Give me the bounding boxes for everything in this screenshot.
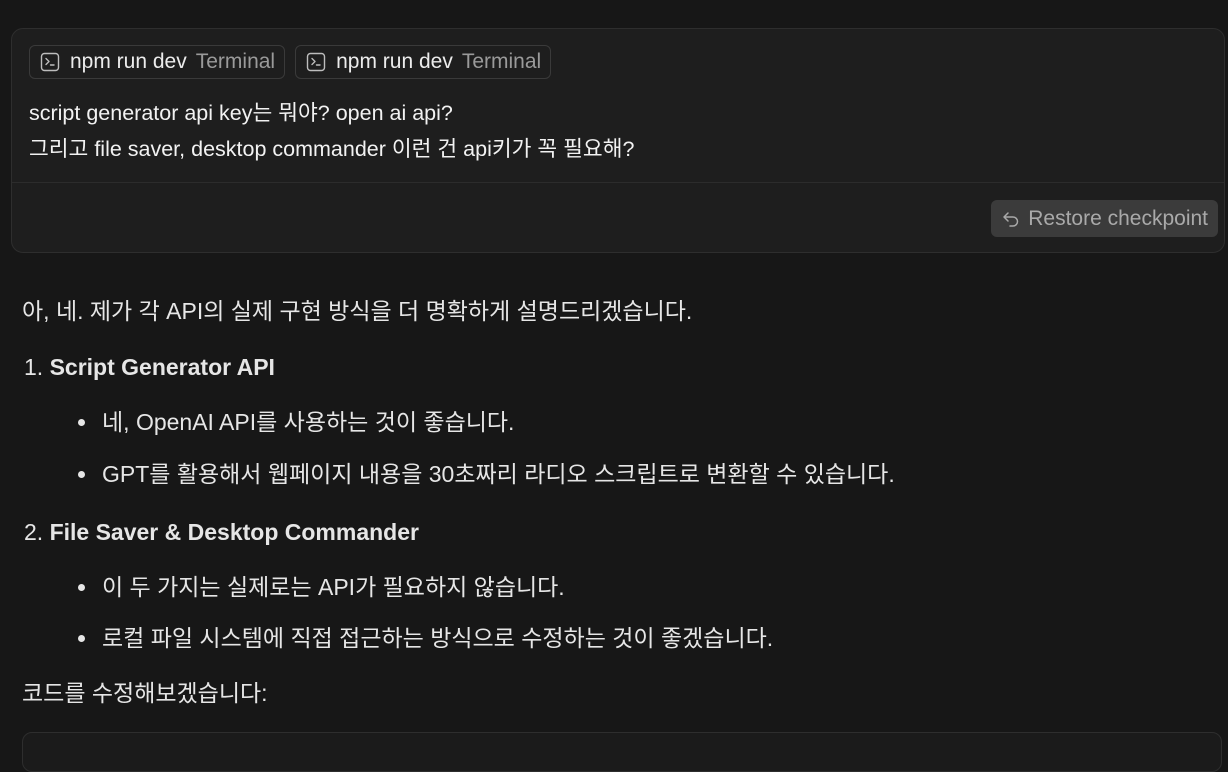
context-chip-terminal[interactable]: npm run dev Terminal	[29, 45, 286, 79]
context-chip-terminal[interactable]: npm run dev Terminal	[295, 45, 552, 79]
terminal-icon	[306, 52, 326, 72]
list-item-text: 이 두 가지는 실제로는 API가 필요하지 않습니다.	[102, 574, 565, 600]
bullet-dot	[78, 634, 85, 642]
bullet-dot	[78, 418, 85, 426]
list-item-text: 네, OpenAI API를 사용하는 것이 좋습니다.	[102, 409, 515, 435]
section-number: 1.	[24, 354, 44, 380]
user-message-text: script generator api key는 뭐야? open ai ap…	[29, 95, 634, 167]
chip-kind: Terminal	[195, 50, 276, 73]
undo-icon	[1001, 209, 1021, 229]
list-item-text: GPT를 활용해서 웹페이지 내용을 30초짜리 라디오 스크립트로 변환할 수…	[102, 461, 895, 487]
chip-kind: Terminal	[461, 50, 542, 73]
chip-command: npm run dev	[70, 50, 187, 73]
section-heading: 2. File Saver & Desktop Commander	[24, 517, 419, 547]
response-intro: 아, 네. 제가 각 API의 실제 구현 방식을 더 명확하게 설명드리겠습니…	[22, 298, 693, 324]
code-block	[22, 732, 1222, 772]
bullet-dot	[78, 583, 85, 591]
list-item: 네, OpenAI API를 사용하는 것이 좋습니다.	[78, 407, 514, 437]
user-message-card: npm run dev Terminal npm run dev Termina…	[11, 28, 1225, 253]
list-item: 로컬 파일 시스템에 직접 접근하는 방식으로 수정하는 것이 좋겠습니다.	[78, 623, 773, 653]
section-number: 2.	[24, 519, 44, 545]
chip-command: npm run dev	[336, 50, 453, 73]
divider	[12, 182, 1224, 183]
restore-checkpoint-button[interactable]: Restore checkpoint	[991, 200, 1218, 237]
section-title: Script Generator API	[49, 354, 275, 380]
context-chips: npm run dev Terminal npm run dev Termina…	[29, 45, 552, 79]
user-message-line: script generator api key는 뭐야? open ai ap…	[29, 101, 453, 125]
section-title: File Saver & Desktop Commander	[49, 519, 419, 545]
restore-checkpoint-label: Restore checkpoint	[1028, 206, 1208, 230]
terminal-icon	[40, 52, 60, 72]
user-message-line: 그리고 file saver, desktop commander 이런 건 a…	[29, 137, 635, 161]
list-item: 이 두 가지는 실제로는 API가 필요하지 않습니다.	[78, 572, 565, 602]
list-item: GPT를 활용해서 웹페이지 내용을 30초짜리 라디오 스크립트로 변환할 수…	[78, 459, 895, 489]
bullet-dot	[78, 470, 85, 478]
section-heading: 1. Script Generator API	[24, 352, 275, 382]
response-outro: 코드를 수정해보겠습니다:	[22, 680, 268, 706]
list-item-text: 로컬 파일 시스템에 직접 접근하는 방식으로 수정하는 것이 좋겠습니다.	[102, 625, 774, 651]
